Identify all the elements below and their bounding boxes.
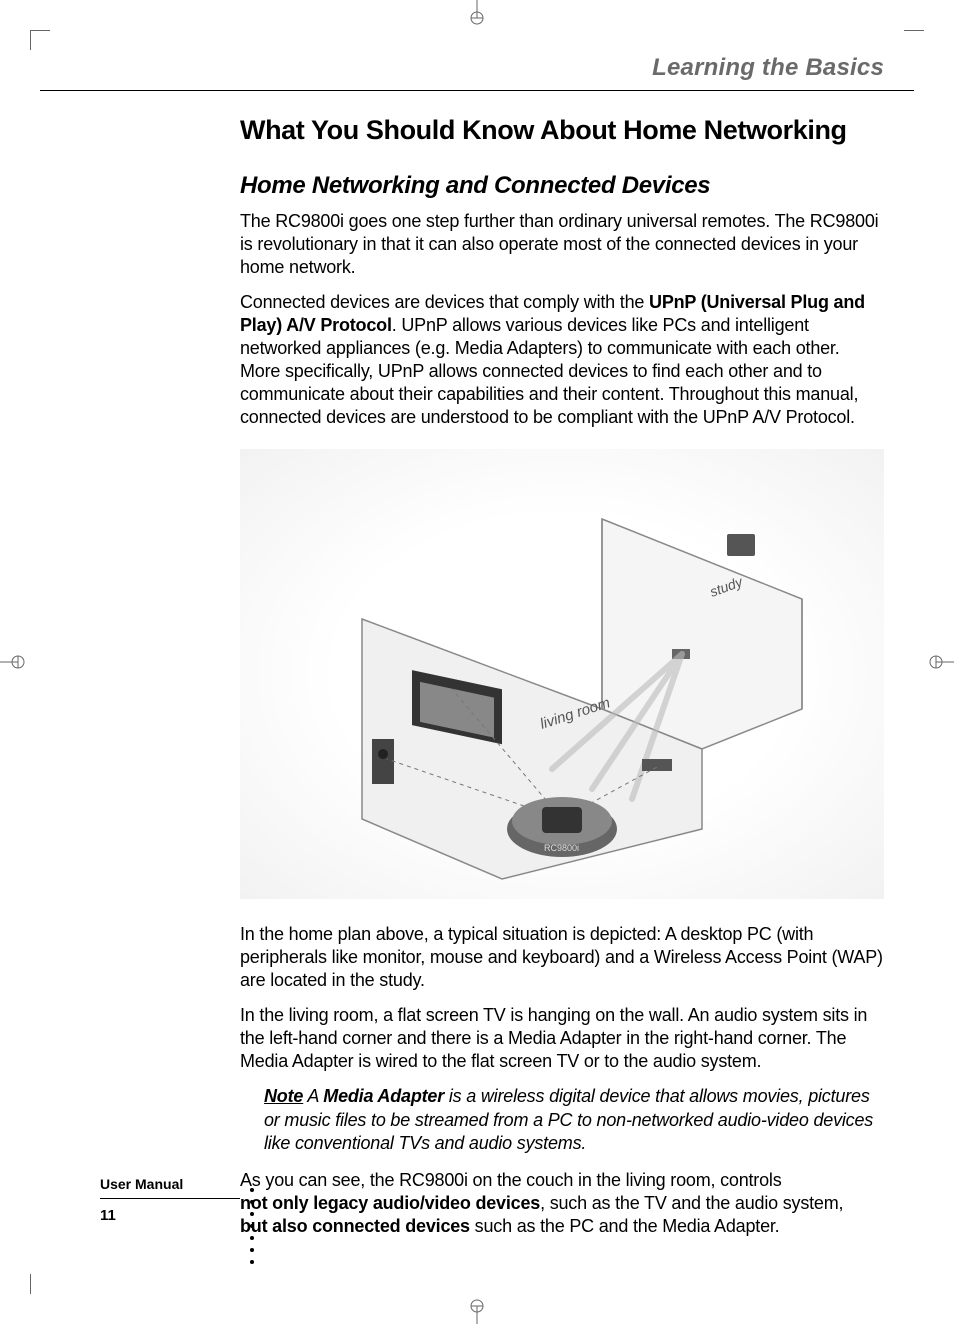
paragraph: The RC9800i goes one step further than o… (240, 210, 884, 279)
note-block: Note A Media Adapter is a wireless digit… (240, 1085, 884, 1154)
heading-2: Home Networking and Connected Devices (240, 172, 884, 200)
page-content: Learning the Basics What You Should Know… (40, 40, 914, 1284)
page-number: 11 (100, 1207, 240, 1224)
registration-mark-icon (0, 652, 28, 672)
text: Connected devices are devices that compl… (240, 292, 649, 312)
registration-mark-icon (467, 0, 487, 28)
footer-label: User Manual (100, 1176, 240, 1199)
text: such as the PC and the Media Adapter. (470, 1216, 780, 1236)
paragraph: In the home plan above, a typical situat… (240, 923, 884, 992)
bold-text: but also connected devices (240, 1216, 470, 1236)
home-network-diagram: study living room RC9800i (240, 449, 884, 899)
footer: User Manual 11 (100, 1176, 240, 1224)
figure-label-device: RC9800i (544, 843, 579, 853)
paragraph: As you can see, the RC9800i on the couch… (240, 1169, 884, 1238)
text: A (303, 1086, 323, 1106)
decorative-dots (250, 1188, 254, 1264)
text: , such as the TV and the audio system, (540, 1193, 843, 1213)
bold-text: Media Adapter (323, 1086, 444, 1106)
divider (40, 90, 914, 91)
note-text: Note A Media Adapter is a wireless digit… (240, 1085, 884, 1154)
paragraph: Connected devices are devices that compl… (240, 291, 884, 429)
main-content: What You Should Know About Home Networki… (240, 115, 884, 1238)
text: As you can see, the RC9800i on the couch… (240, 1170, 782, 1190)
bold-text: not only legacy audio/video devices (240, 1193, 540, 1213)
paragraph: In the living room, a flat screen TV is … (240, 1004, 884, 1073)
registration-mark-icon (467, 1296, 487, 1324)
registration-mark-icon (926, 652, 954, 672)
note-label: Note (264, 1086, 303, 1106)
chapter-title: Learning the Basics (40, 40, 914, 82)
heading-1: What You Should Know About Home Networki… (240, 115, 884, 146)
